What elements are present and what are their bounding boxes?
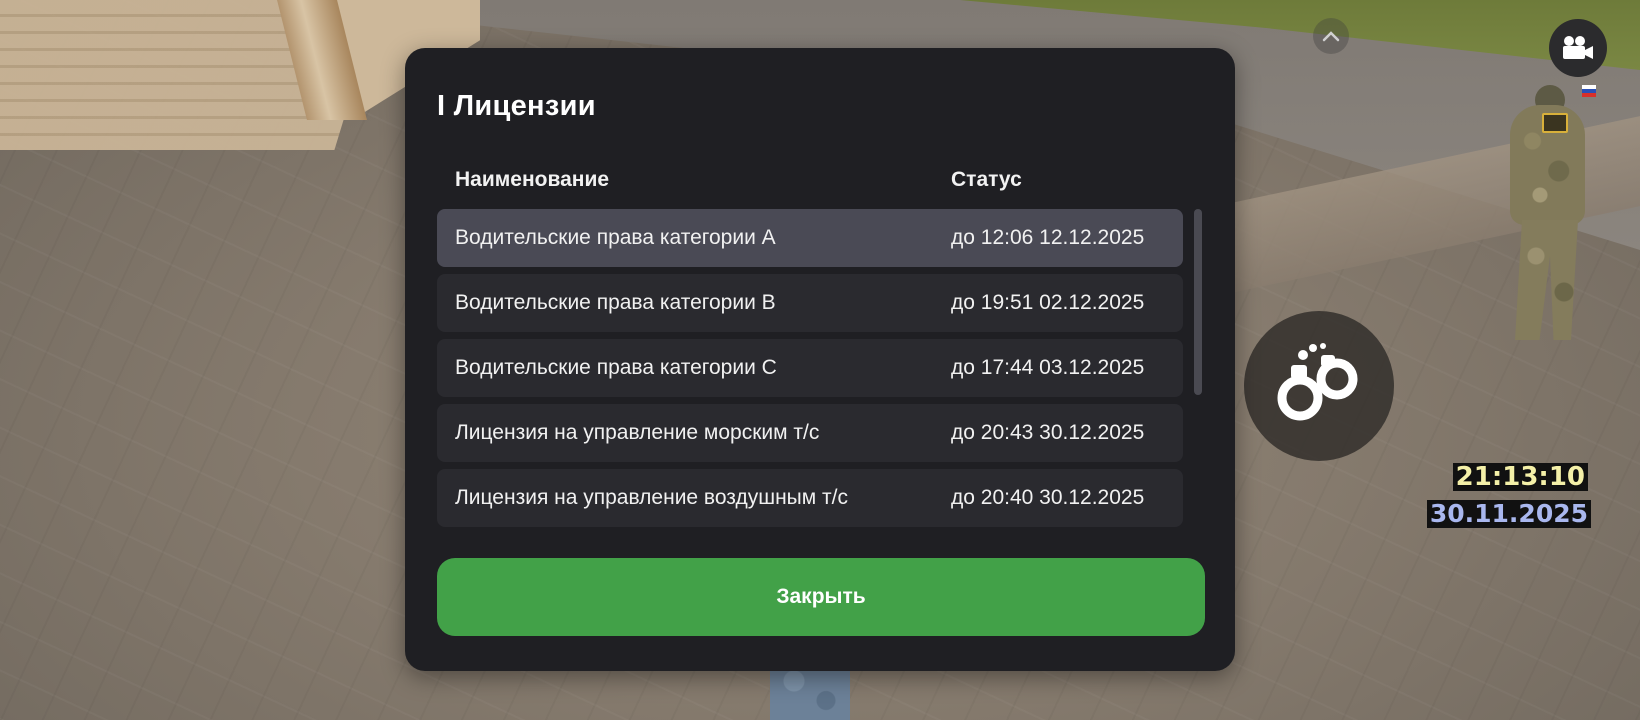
license-status: до 19:51 02.12.2025 bbox=[951, 291, 1145, 314]
hud-clock: 21:13:10 bbox=[1452, 463, 1588, 491]
license-name: Лицензия на управление морским т/с bbox=[455, 421, 820, 444]
camera-button[interactable] bbox=[1549, 19, 1607, 77]
soldier-legs bbox=[1515, 220, 1578, 340]
column-header-name: Наименование bbox=[455, 168, 610, 191]
handcuffs-icon bbox=[1277, 343, 1358, 421]
chevron-up-icon bbox=[1322, 31, 1340, 42]
license-name: Водительские права категории A bbox=[455, 226, 776, 249]
dialog-title: I Лицензии bbox=[437, 90, 596, 122]
video-camera-icon bbox=[1563, 36, 1593, 59]
licenses-dialog: I Лицензии Наименование Статус Водительс… bbox=[405, 48, 1235, 671]
license-row[interactable]: Лицензия на управление воздушным т/с до … bbox=[437, 469, 1183, 527]
license-name: Лицензия на управление воздушным т/с bbox=[455, 486, 848, 509]
license-name: Водительские права категории C bbox=[455, 356, 777, 379]
scroll-up-button[interactable] bbox=[1313, 18, 1349, 54]
column-header-status: Статус bbox=[951, 168, 1022, 191]
close-button[interactable]: Закрыть bbox=[437, 558, 1205, 636]
license-row[interactable]: Водительские права категории C до 17:44 … bbox=[437, 339, 1183, 397]
license-row[interactable]: Лицензия на управление морским т/с до 20… bbox=[437, 404, 1183, 462]
license-status: до 20:43 30.12.2025 bbox=[951, 421, 1145, 444]
scrollbar-thumb[interactable] bbox=[1194, 209, 1202, 395]
soldier-character bbox=[1490, 85, 1600, 345]
license-name: Водительские права категории B bbox=[455, 291, 776, 314]
license-status: до 20:40 30.12.2025 bbox=[951, 486, 1145, 509]
hud-date: 30.11.2025 bbox=[1426, 500, 1591, 528]
flag-icon bbox=[1582, 85, 1596, 97]
license-row[interactable]: Водительские права категории A до 12:06 … bbox=[437, 209, 1183, 267]
list-scrollbar[interactable] bbox=[1194, 209, 1202, 569]
license-status: до 12:06 12.12.2025 bbox=[951, 226, 1145, 249]
soldier-patch bbox=[1542, 113, 1568, 133]
handcuffs-button[interactable] bbox=[1244, 311, 1394, 461]
license-status: до 17:44 03.12.2025 bbox=[951, 356, 1145, 379]
license-row[interactable]: Водительские права категории B до 19:51 … bbox=[437, 274, 1183, 332]
licenses-list[interactable]: Водительские права категории A до 12:06 … bbox=[437, 209, 1187, 569]
